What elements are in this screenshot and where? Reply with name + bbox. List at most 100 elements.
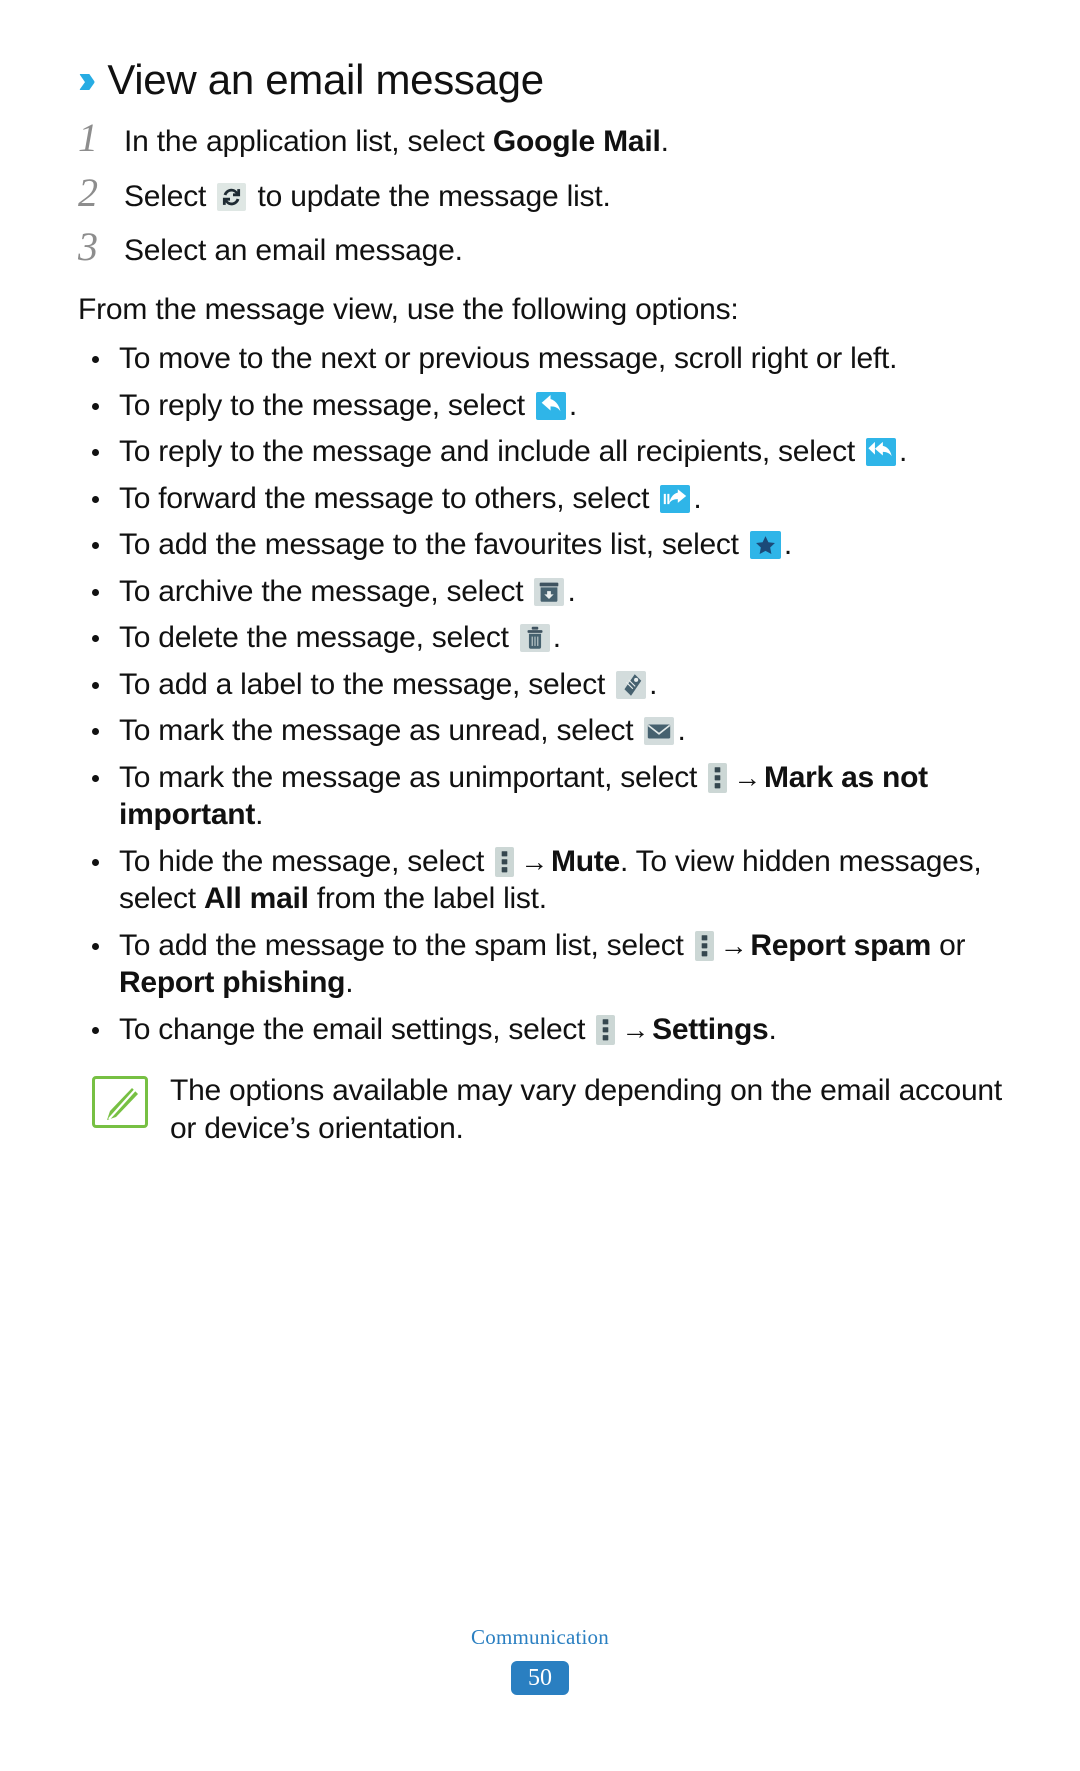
- arrow-icon: →: [520, 845, 548, 877]
- option-text-bold: Report spam: [750, 928, 932, 962]
- bullet-icon: [92, 1026, 99, 1034]
- page-title-text: View an email message: [107, 56, 544, 103]
- footer-section-name: Communication: [471, 1625, 609, 1649]
- reply-icon: [535, 391, 566, 420]
- option-reply: To reply to the message, select .: [78, 387, 1002, 425]
- option-text-pre: To archive the message, select: [119, 574, 532, 608]
- option-text-post: .: [567, 574, 576, 608]
- step-text: In the application list, select Google M…: [124, 124, 669, 161]
- step-item: 3 Select an email message.: [78, 227, 1002, 270]
- bullet-icon: [92, 402, 99, 410]
- envelope-icon: [644, 717, 675, 746]
- menu-icon: [708, 762, 728, 793]
- option-text-pre: To change the email settings, select: [119, 1012, 594, 1046]
- forward-icon: [660, 484, 691, 513]
- bullet-icon: [92, 495, 99, 503]
- note-pen-icon: [92, 1076, 148, 1129]
- option-text-bold-2: Report phishing: [119, 966, 346, 1000]
- step-text: Select to update the message list.: [124, 179, 611, 216]
- reply-all-icon: [866, 438, 896, 467]
- options-list: To move to the next or previous message,…: [78, 340, 1002, 1048]
- option-label: To add a label to the message, select .: [78, 666, 1002, 704]
- option-text-post: or: [931, 928, 966, 962]
- option-unread: To mark the message as unread, select .: [78, 712, 1002, 750]
- option-text-post: .: [649, 667, 658, 701]
- bullet-icon: [92, 449, 99, 457]
- option-favourite: To add the message to the favourites lis…: [78, 526, 1002, 564]
- page-number-badge: 50: [511, 1661, 569, 1695]
- step-text-pre: In the application list, select: [124, 125, 493, 159]
- option-text-post: .: [568, 388, 577, 422]
- step-number: 3: [78, 224, 98, 270]
- bullet-icon: [92, 858, 99, 866]
- note-text: The options available may vary depending…: [170, 1074, 1002, 1145]
- option-text-pre: To mark the message as unimportant, sele…: [119, 760, 706, 794]
- label-icon: [616, 670, 647, 699]
- step-item: 2 Select to update the message list.: [78, 169, 1002, 216]
- option-settings: To change the email settings, select → Se…: [78, 1011, 1002, 1049]
- option-text-pre: To forward the message to others, select: [119, 481, 658, 515]
- option-text-pre: To reply to the message and include all …: [119, 435, 863, 469]
- option-text-post: .: [899, 435, 908, 469]
- option-text-post: .: [677, 714, 686, 748]
- bullet-icon: [92, 681, 99, 689]
- step-text: Select an email message.: [124, 233, 463, 270]
- option-text-post: .: [255, 798, 264, 832]
- option-text-post-2: .: [345, 966, 354, 1000]
- option-mute: To hide the message, select → Mute. To vi…: [78, 843, 1002, 918]
- page-title: ›› View an email message: [78, 56, 1002, 103]
- step-number: 2: [78, 169, 98, 215]
- manual-page: ›› View an email message 1 In the applic…: [0, 0, 1080, 1771]
- option-text-pre: To hide the message, select: [119, 844, 493, 878]
- step-text-post: to update the message list.: [249, 179, 611, 213]
- trash-icon: [519, 624, 550, 653]
- steps-list: 1 In the application list, select Google…: [78, 118, 1002, 270]
- step-text-pre: Select an email message.: [124, 234, 463, 268]
- option-reply-all: To reply to the message and include all …: [78, 433, 1002, 471]
- bullet-icon: [92, 635, 99, 643]
- menu-icon: [694, 930, 714, 961]
- option-archive: To archive the message, select .: [78, 573, 1002, 611]
- arrow-icon: →: [719, 929, 748, 961]
- option-text-pre: To delete the message, select: [119, 621, 517, 655]
- star-icon: [749, 531, 781, 560]
- archive-icon: [534, 577, 565, 606]
- option-text-bold-2: All mail: [203, 882, 309, 916]
- option-text-bold: Settings: [652, 1012, 769, 1046]
- option-text: To move to the next or previous message,…: [119, 342, 898, 376]
- step-text-post: .: [660, 125, 669, 159]
- option-text-post: .: [552, 621, 561, 655]
- option-text-post: .: [693, 481, 702, 515]
- arrow-icon: →: [621, 1013, 650, 1045]
- option-text-post: .: [768, 1012, 777, 1046]
- step-text-bold: Google Mail: [492, 125, 661, 159]
- refresh-icon: [217, 182, 247, 211]
- bullet-icon: [92, 728, 99, 736]
- option-forward: To forward the message to others, select…: [78, 480, 1002, 518]
- menu-icon: [596, 1014, 616, 1045]
- bullet-icon: [92, 542, 99, 550]
- menu-icon: [495, 846, 515, 877]
- option-text-pre: To add the message to the favourites lis…: [119, 528, 747, 562]
- bullet-icon: [92, 774, 99, 782]
- option-text-pre: To add the message to the spam list, sel…: [119, 928, 692, 962]
- step-item: 1 In the application list, select Google…: [78, 118, 1002, 161]
- chevron-right-icon: ››: [78, 56, 97, 102]
- bullet-icon: [92, 588, 99, 596]
- bullet-icon: [92, 356, 99, 364]
- step-text-pre: Select: [124, 179, 215, 213]
- option-unimportant: To mark the message as unimportant, sele…: [78, 759, 1002, 834]
- option-text-bold: Mute: [550, 844, 620, 878]
- option-text-post: .: [783, 528, 792, 562]
- option-delete: To delete the message, select .: [78, 619, 1002, 657]
- arrow-icon: →: [733, 761, 761, 793]
- bullet-icon: [92, 942, 99, 950]
- note-pen-glyph: [107, 1088, 138, 1121]
- option-text-pre: To mark the message as unread, select: [119, 714, 642, 748]
- option-text-post-2: from the label list.: [308, 882, 547, 916]
- option-spam: To add the message to the spam list, sel…: [78, 927, 1002, 1002]
- option-text-pre: To reply to the message, select: [119, 388, 533, 422]
- options-intro: From the message view, use the following…: [78, 292, 739, 326]
- option-text-pre: To add a label to the message, select: [119, 667, 614, 701]
- option-scroll: To move to the next or previous message,…: [78, 340, 1002, 378]
